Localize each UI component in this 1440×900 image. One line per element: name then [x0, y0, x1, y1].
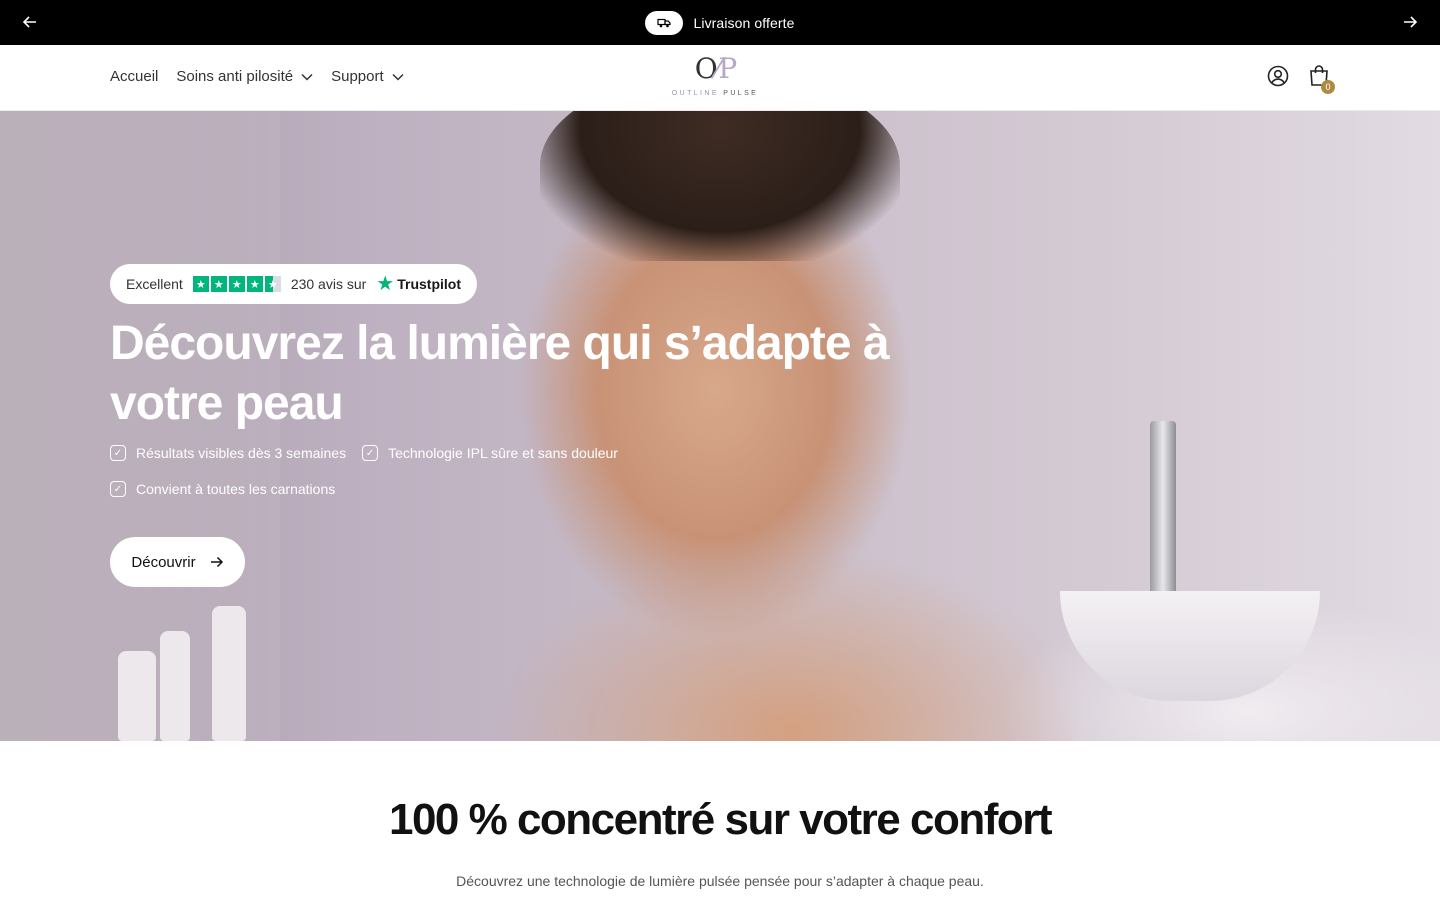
- chevron-down-icon: [392, 73, 404, 81]
- brand-logo[interactable]: O⁄P OUTLINE PULSE: [670, 51, 760, 103]
- announcement-next-button[interactable]: [1395, 8, 1425, 36]
- site-header: Accueil Soins anti pilosité Support O⁄P …: [0, 45, 1440, 111]
- account-icon: [1267, 65, 1289, 87]
- nav-item-label: Support: [331, 68, 384, 85]
- logo-mark: O⁄P: [694, 52, 737, 85]
- star-icon: ★: [246, 276, 263, 292]
- trustpilot-review-count: 230 avis sur: [290, 276, 367, 292]
- header-icons: 0: [1266, 64, 1335, 94]
- feature-item: ✓ Résultats visibles dès 3 semaines: [110, 443, 346, 463]
- feature-item: ✓ Convient à toutes les carnations: [110, 479, 335, 499]
- hero-background-sink: [1060, 591, 1320, 701]
- truck-icon: [645, 10, 684, 35]
- trustpilot-logo: ★ Trustpilot: [376, 273, 462, 295]
- trustpilot-star-icon: ★: [376, 273, 395, 295]
- announcement-message: Livraison offerte: [645, 10, 795, 35]
- main-nav: Accueil Soins anti pilosité Support: [110, 68, 404, 85]
- arrow-right-icon: [210, 556, 223, 568]
- section-subtitle: Découvrez une technologie de lumière pul…: [456, 873, 984, 889]
- nav-item-soins[interactable]: Soins anti pilosité: [176, 68, 313, 85]
- announcement-bar: Livraison offerte: [0, 0, 1440, 45]
- trustpilot-stars: ★ ★ ★ ★ ★: [192, 276, 281, 292]
- discover-button-label: Découvrir: [131, 553, 196, 571]
- cart-count-badge: 0: [1321, 80, 1335, 94]
- hero-background-bottle: [160, 631, 190, 741]
- section-title: 100 % concentré sur votre confort: [388, 795, 1053, 844]
- check-box-icon: ✓: [110, 481, 126, 497]
- nav-item-accueil[interactable]: Accueil: [110, 68, 158, 85]
- logo-wordmark: OUTLINE PULSE: [671, 90, 759, 97]
- nav-item-support[interactable]: Support: [331, 68, 404, 85]
- star-icon: ★: [210, 276, 227, 292]
- feature-item: ✓ Technologie IPL sûre et sans douleur: [362, 443, 618, 463]
- account-button[interactable]: [1266, 64, 1290, 90]
- hero-background-bottle: [212, 606, 246, 741]
- star-icon: ★: [192, 276, 209, 292]
- hero-banner: Excellent ★ ★ ★ ★ ★ 230 avis sur ★ Trust…: [0, 111, 1440, 741]
- discover-button[interactable]: Découvrir: [110, 537, 245, 587]
- chevron-down-icon: [301, 73, 313, 81]
- half-star-icon: ★: [264, 276, 281, 292]
- cart-button[interactable]: 0: [1308, 64, 1335, 94]
- announcement-prev-button[interactable]: [15, 8, 45, 36]
- trustpilot-rating-label: Excellent: [126, 276, 183, 292]
- nav-item-label: Accueil: [110, 68, 159, 85]
- arrow-left-icon: [22, 16, 36, 28]
- check-box-icon: ✓: [362, 445, 379, 461]
- hero-feature-list: ✓ Résultats visibles dès 3 semaines ✓ Te…: [110, 443, 730, 499]
- hero-background-faucet: [1150, 421, 1176, 611]
- hero-title: Découvrez la lumière qui s’adapte à votr…: [110, 317, 890, 430]
- star-icon: ★: [228, 276, 245, 292]
- arrow-right-icon: [1404, 16, 1418, 28]
- nav-item-label: Soins anti pilosité: [176, 68, 294, 85]
- trustpilot-badge[interactable]: Excellent ★ ★ ★ ★ ★ 230 avis sur ★ Trust…: [110, 264, 478, 304]
- check-box-icon: ✓: [110, 445, 126, 461]
- announcement-text: Livraison offerte: [693, 14, 795, 31]
- hero-background-hair: [540, 111, 900, 261]
- hero-background-bottle: [118, 651, 156, 741]
